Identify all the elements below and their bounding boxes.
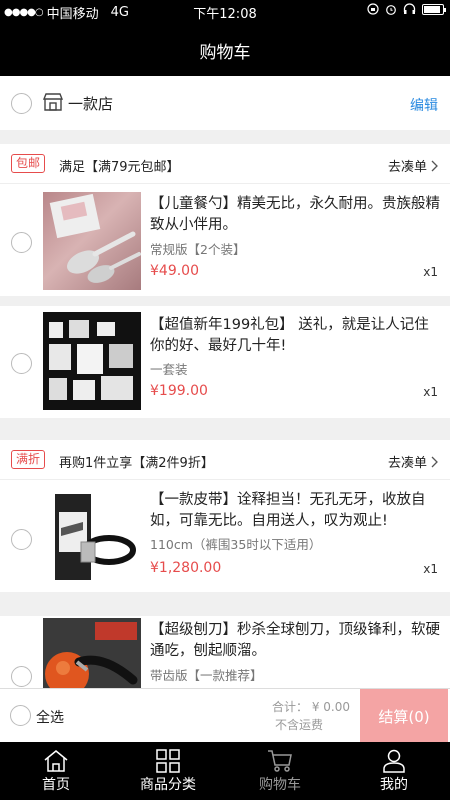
product-image[interactable] (43, 618, 141, 688)
product-image[interactable] (43, 192, 141, 290)
cart-item[interactable]: 【一款皮带】诠释担当！无孔无牙，收放自如，可靠无比。自用送人，叹为观止! 110… (0, 480, 450, 592)
shop-select-checkbox[interactable] (11, 93, 32, 114)
peeler-product-illustration (45, 622, 138, 688)
item-title[interactable]: 【超值新年199礼包】 送礼，就是让人记住你的好、最好几十年! (150, 315, 440, 357)
gift-set-product-illustration (49, 320, 133, 400)
item-quantity: x1 (423, 265, 438, 279)
store-icon (42, 93, 64, 111)
item-price: ¥199.00 (150, 383, 208, 399)
belt-product-illustration (55, 494, 136, 580)
tab-profile[interactable]: 我的 (338, 742, 450, 800)
checkout-button[interactable]: 结算(0) (360, 689, 448, 743)
product-image[interactable] (43, 488, 141, 586)
item-title[interactable]: 【一款皮带】诠释担当！无孔无牙，收放自如，可靠无比。自用送人，叹为观止! (150, 490, 440, 532)
item-title[interactable]: 【超级刨刀】秒杀全球刨刀，顶级锋利，软硬通吃，刨起顺溜。 (150, 620, 440, 662)
add-more-label: 去凑单 (387, 160, 427, 175)
item-quantity: x1 (423, 385, 438, 399)
cart-item[interactable]: 【儿童餐勺】精美无比，永久耐用。贵族般精致从小伴用。 常规版【2个装】 ¥49.… (0, 184, 450, 296)
item-spec: 带齿版【一款推荐】 (150, 668, 263, 683)
total-amount: 合计： ¥ 0.00 (272, 700, 350, 714)
cart-item[interactable]: 【超值新年199礼包】 送礼，就是让人记住你的好、最好几十年! 一套装 ¥199… (0, 306, 450, 418)
tab-category[interactable]: 商品分类 (112, 742, 224, 800)
item-spec: 一套装 (150, 362, 188, 377)
promo-text: 再购1件立享【满2件9折】 (59, 456, 214, 471)
promo-row-free-shipping: 包邮 满足【满79元包邮】 去凑单 (0, 144, 450, 184)
shop-header: 一款店 编辑 (0, 76, 450, 130)
shop-name[interactable]: 一款店 (68, 93, 113, 114)
edit-button[interactable]: 编辑 (410, 95, 438, 115)
page-title: 购物车 (199, 43, 251, 63)
chevron-right-icon (431, 456, 438, 467)
promo-badge: 包邮 (11, 154, 46, 173)
add-more-label: 去凑单 (387, 456, 427, 471)
promo-text: 满足【满79元包邮】 (59, 160, 180, 175)
item-select-checkbox[interactable] (11, 232, 32, 253)
chevron-right-icon (431, 160, 438, 171)
spoon-product-illustration (49, 193, 141, 283)
select-all-label[interactable]: 全选 (36, 707, 64, 727)
promo-row-discount: 满折 再购1件立享【满2件9折】 去凑单 (0, 440, 450, 480)
tab-label: 我的 (380, 777, 408, 793)
item-spec: 110cm（裤围35时以下适用） (150, 537, 322, 552)
item-select-checkbox[interactable] (11, 666, 32, 687)
cart-item[interactable]: 【超级刨刀】秒杀全球刨刀，顶级锋利，软硬通吃，刨起顺溜。 带齿版【一款推荐】 (0, 616, 450, 688)
category-grid-icon (156, 749, 180, 773)
tab-home[interactable]: 首页 (0, 742, 112, 800)
status-bar: ●●●●○ 中国移动 4G 下午12:08 (0, 0, 450, 22)
cart-icon (268, 750, 292, 772)
promo-badge: 满折 (11, 450, 46, 469)
product-image[interactable] (43, 312, 141, 410)
item-price: ¥49.00 (150, 263, 199, 279)
alarm-icon (386, 5, 396, 15)
tab-label: 购物车 (259, 777, 301, 793)
rotation-lock-icon (367, 3, 379, 15)
home-icon (44, 750, 68, 772)
add-more-link[interactable]: 去凑单 (388, 452, 438, 471)
item-spec: 常规版【2个装】 (150, 242, 246, 257)
item-quantity: x1 (423, 562, 438, 576)
tab-label: 首页 (42, 777, 70, 793)
tab-label: 商品分类 (140, 777, 196, 793)
navigation-bar: 购物车 (0, 22, 450, 76)
item-title[interactable]: 【儿童餐勺】精美无比，永久耐用。贵族般精致从小伴用。 (150, 194, 440, 236)
item-price: ¥1,280.00 (150, 560, 222, 576)
headphones-icon (403, 3, 416, 14)
user-icon (383, 749, 405, 773)
battery-icon (422, 3, 446, 15)
select-all-checkbox[interactable] (10, 705, 31, 726)
item-select-checkbox[interactable] (11, 353, 32, 374)
tab-bar: 首页 商品分类 购物车 我的 (0, 742, 450, 800)
shipping-note: 不含运费 (274, 718, 323, 732)
cart-list[interactable]: 一款店 编辑 包邮 满足【满79元包邮】 去凑单 【儿童餐勺】精美无比，永久耐用… (0, 76, 450, 688)
add-more-link[interactable]: 去凑单 (388, 156, 438, 175)
checkout-bar: 全选 合计： ¥ 0.00 不含运费 结算(0) (0, 688, 450, 743)
tab-cart[interactable]: 购物车 (224, 742, 336, 800)
item-select-checkbox[interactable] (11, 529, 32, 550)
